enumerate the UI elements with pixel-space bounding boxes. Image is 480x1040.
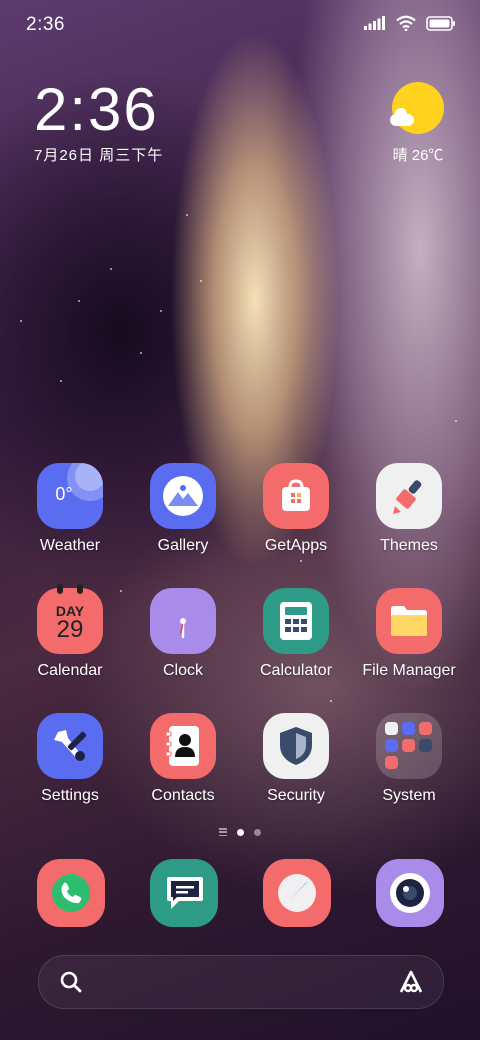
signal-icon [364, 16, 385, 30]
dock-browser[interactable] [241, 859, 353, 927]
camera-icon [376, 859, 444, 927]
app-label: Contacts [151, 787, 215, 804]
system-folder-icon [376, 713, 442, 779]
app-label: System [382, 787, 436, 804]
app-label: Gallery [157, 537, 209, 554]
messages-icon [150, 859, 218, 927]
search-bar[interactable] [38, 955, 444, 1009]
app-settings[interactable]: Settings [14, 713, 126, 805]
app-folder-system[interactable]: System [353, 713, 465, 805]
app-label: Calculator [259, 662, 333, 679]
app-contacts[interactable]: Contacts [127, 713, 239, 805]
wifi-icon [396, 15, 416, 31]
app-gallery[interactable]: Gallery [127, 463, 239, 555]
clock-icon [150, 588, 216, 654]
browser-icon [263, 859, 331, 927]
gallery-icon [150, 463, 216, 529]
app-label: Weather [39, 537, 101, 554]
app-weather[interactable]: 0° Weather [14, 463, 126, 555]
feed-page-icon [219, 828, 227, 836]
app-clock[interactable]: Clock [127, 588, 239, 680]
themes-icon [376, 463, 442, 529]
sunny-weather-icon [390, 82, 444, 134]
page-dot [254, 828, 261, 836]
app-security[interactable]: Security [240, 713, 352, 805]
status-time: 2:36 [26, 14, 65, 35]
app-label: Calendar [37, 662, 103, 679]
weather-widget[interactable]: 晴 26℃ [383, 82, 453, 165]
app-file-manager[interactable]: File Manager [353, 588, 465, 680]
clock-widget-time: 2:36 [34, 76, 159, 143]
calendar-icon: DAY 29 [37, 584, 103, 654]
clock-widget-date: 7月26日 周三下午 [34, 147, 164, 164]
app-calculator[interactable]: Calculator [240, 588, 352, 680]
page-indicator[interactable] [0, 828, 480, 836]
calculator-icon [263, 588, 329, 654]
dock-phone[interactable] [15, 859, 127, 927]
clock-widget[interactable]: 2:36 7月26日 周三下午 [34, 78, 163, 165]
contacts-icon [150, 713, 216, 779]
app-label: File Manager [362, 662, 456, 679]
settings-icon [37, 713, 103, 779]
dock-camera[interactable] [354, 859, 466, 927]
file-manager-icon [376, 588, 442, 654]
assistant-icon[interactable] [397, 968, 425, 996]
getapps-icon [263, 463, 329, 529]
dock-messages[interactable] [128, 859, 240, 927]
phone-icon [37, 859, 105, 927]
page-dot-active [237, 828, 244, 836]
battery-icon [426, 15, 455, 31]
status-icons [364, 15, 456, 31]
app-themes[interactable]: Themes [353, 463, 465, 555]
app-label: Themes [380, 537, 438, 554]
app-label: Security [267, 787, 325, 804]
search-icon [60, 971, 82, 993]
weather-widget-temp: 晴 26℃ [392, 147, 444, 164]
weather-icon: 0° [37, 463, 103, 529]
app-calendar[interactable]: DAY 29 Calendar [14, 584, 126, 680]
app-label: GetApps [264, 537, 328, 554]
security-icon [263, 713, 329, 779]
status-bar: 2:36 [0, 0, 480, 50]
app-getapps[interactable]: GetApps [240, 463, 352, 555]
app-label: Clock [162, 662, 203, 679]
app-label: Settings [41, 787, 99, 804]
